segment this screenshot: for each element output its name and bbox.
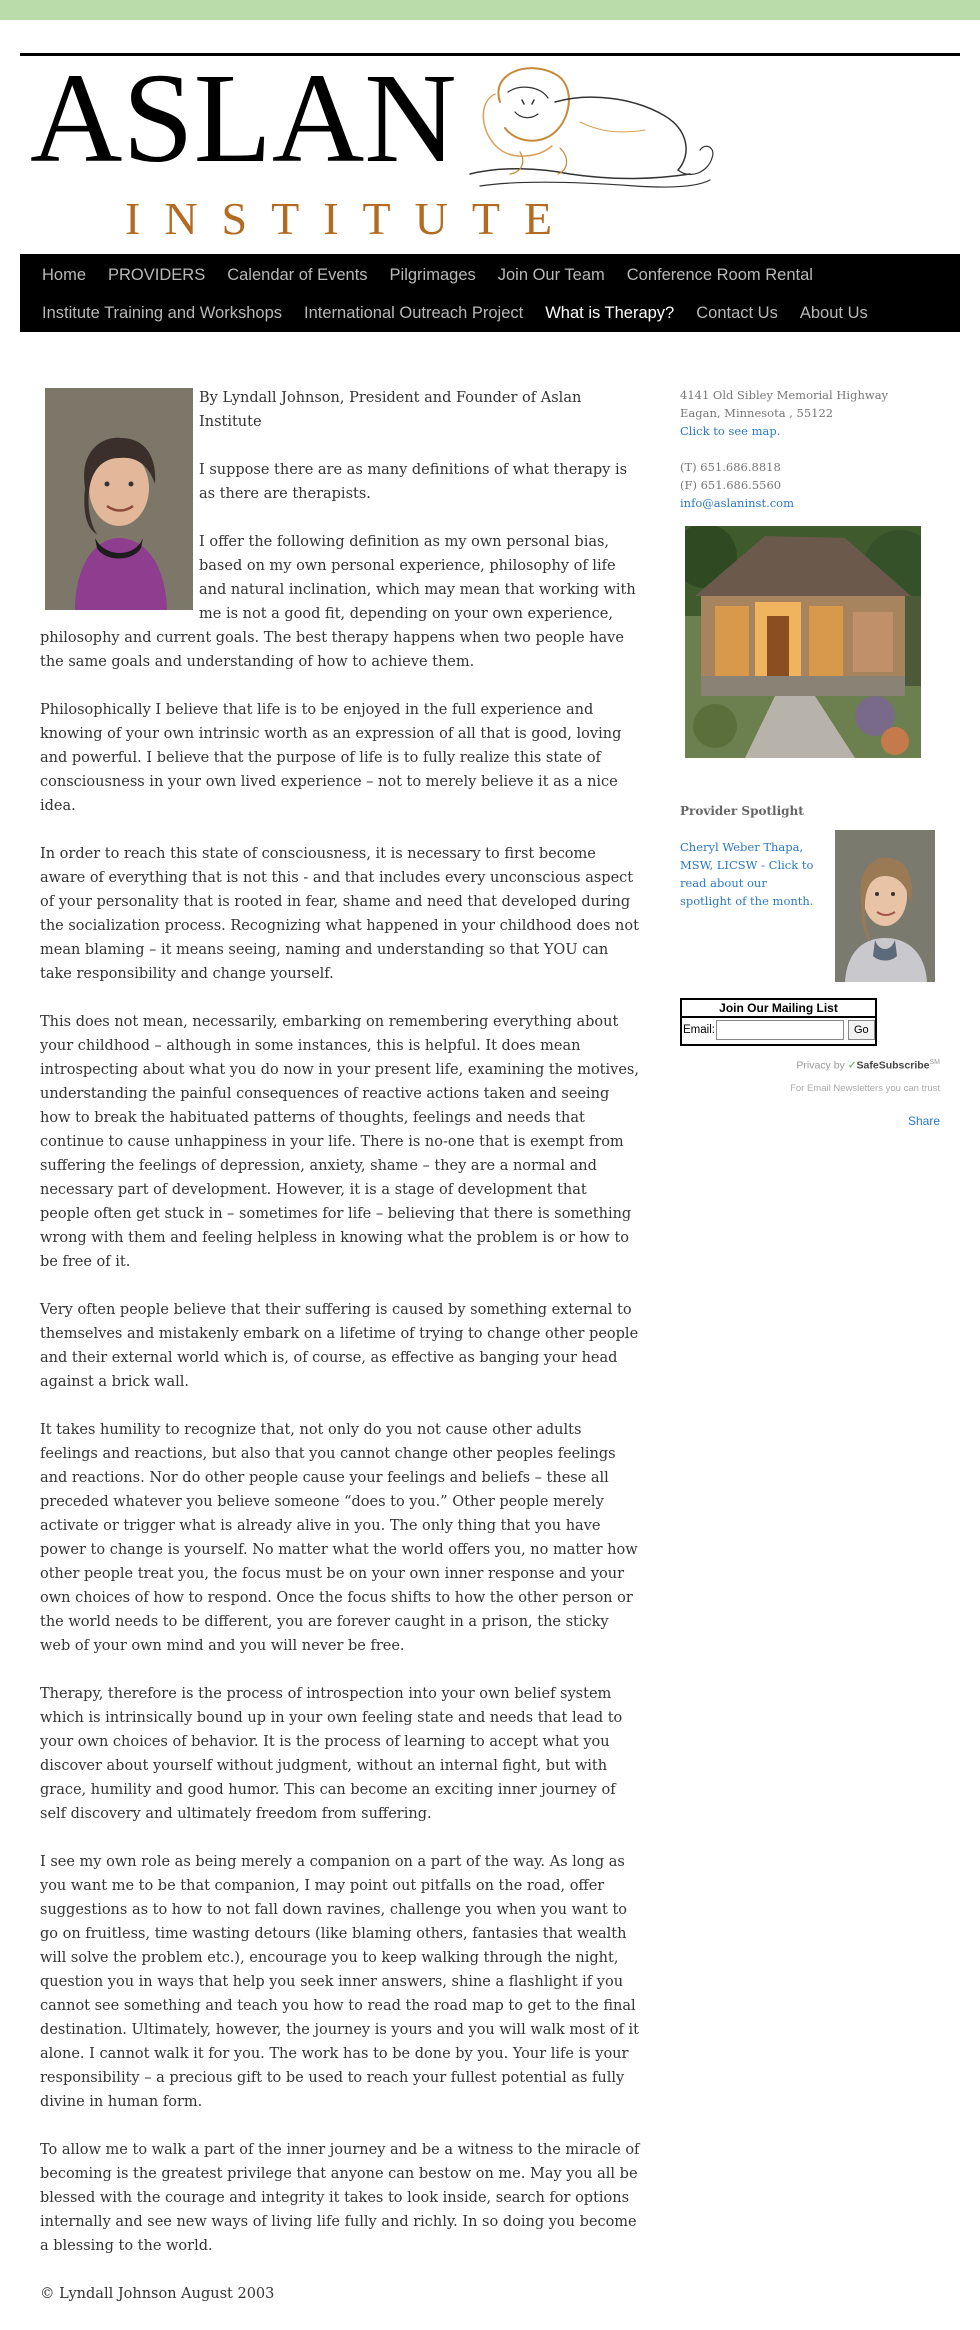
address-line-2: Eagan, Minnesota , 55122: [680, 406, 834, 420]
article-paragraph: This does not mean, necessarily, embarki…: [40, 1014, 639, 1270]
nav-pilgrimages[interactable]: Pilgrimages: [390, 266, 476, 285]
lion-illustration: [469, 67, 714, 188]
service-mark: SM: [929, 1059, 941, 1066]
mailing-list-title: Join Our Mailing List: [682, 1000, 875, 1018]
nav-join-our-team[interactable]: Join Our Team: [498, 266, 605, 285]
nav-row-1: Home PROVIDERS Calendar of Events Pilgri…: [20, 256, 813, 294]
mailing-list-form: Join Our Mailing List Email: Go: [680, 998, 877, 1046]
privacy-line: Privacy by ✓SafeSubscribeSM: [680, 1054, 940, 1075]
nav-home[interactable]: Home: [42, 266, 86, 285]
nav-what-is-therapy[interactable]: What is Therapy?: [545, 304, 674, 323]
nav-row-2: Institute Training and Workshops Interna…: [20, 294, 868, 332]
nav-institute-training[interactable]: Institute Training and Workshops: [42, 304, 282, 323]
privacy-by-text: Privacy by: [796, 1059, 845, 1072]
safesubscribe-link[interactable]: SafeSubscribe: [857, 1060, 930, 1072]
nav-calendar-of-events[interactable]: Calendar of Events: [227, 266, 367, 285]
article-paragraph: It takes humility to recognize that, not…: [40, 1422, 638, 1654]
address-line-1: 4141 Old Sibley Memorial Highway: [680, 388, 889, 402]
provider-photo[interactable]: [835, 830, 935, 982]
share-link[interactable]: Share: [680, 1112, 940, 1130]
sidebar: 4141 Old Sibley Memorial Highway Eagan, …: [680, 386, 940, 1128]
phone-number: (T) 651.686.8818: [680, 460, 781, 474]
article-paragraph: To allow me to walk a part of the inner …: [40, 2142, 640, 2254]
site-logo[interactable]: ASLAN INSTITUTE: [30, 54, 714, 252]
trust-tagline[interactable]: For Email Newsletters you can trust: [680, 1080, 940, 1098]
top-color-bar: [0, 0, 980, 20]
main-navigation: Home PROVIDERS Calendar of Events Pilgri…: [20, 254, 960, 332]
logo-wordmark: ASLAN: [30, 47, 457, 189]
author-portrait: [45, 388, 193, 610]
article-paragraph: Philosophically I believe that life is t…: [40, 702, 622, 814]
nav-international-outreach[interactable]: International Outreach Project: [304, 304, 523, 323]
nav-providers[interactable]: PROVIDERS: [108, 266, 205, 285]
article-paragraph: Therapy, therefore is the process of int…: [40, 1686, 623, 1822]
article-paragraph: In order to reach this state of consciou…: [40, 846, 639, 982]
checkmark-icon: ✓: [847, 1059, 857, 1072]
article-paragraph: Very often people believe that their suf…: [40, 1302, 639, 1390]
provider-spotlight-link[interactable]: Cheryl Weber Thapa, MSW, LICSW - Click t…: [680, 838, 820, 910]
article-copyright: © Lyndall Johnson August 2003: [40, 2286, 275, 2302]
building-photo[interactable]: [685, 526, 921, 758]
nav-contact-us[interactable]: Contact Us: [696, 304, 778, 323]
nav-conference-room-rental[interactable]: Conference Room Rental: [627, 266, 813, 285]
map-link[interactable]: Click to see map.: [680, 424, 780, 438]
provider-spotlight-title: Provider Spotlight: [680, 804, 804, 818]
article-content: By Lyndall Johnson, President and Founde…: [40, 386, 640, 2330]
email-link[interactable]: info@aslaninst.com: [680, 496, 794, 510]
email-label: Email:: [683, 1024, 715, 1036]
nav-about-us[interactable]: About Us: [800, 304, 868, 323]
article-paragraph: I see my own role as being merely a comp…: [40, 1854, 639, 2110]
go-button[interactable]: Go: [847, 1020, 876, 1040]
mailing-email-input[interactable]: [716, 1020, 844, 1040]
fax-number: (F) 651.686.5560: [680, 478, 782, 492]
